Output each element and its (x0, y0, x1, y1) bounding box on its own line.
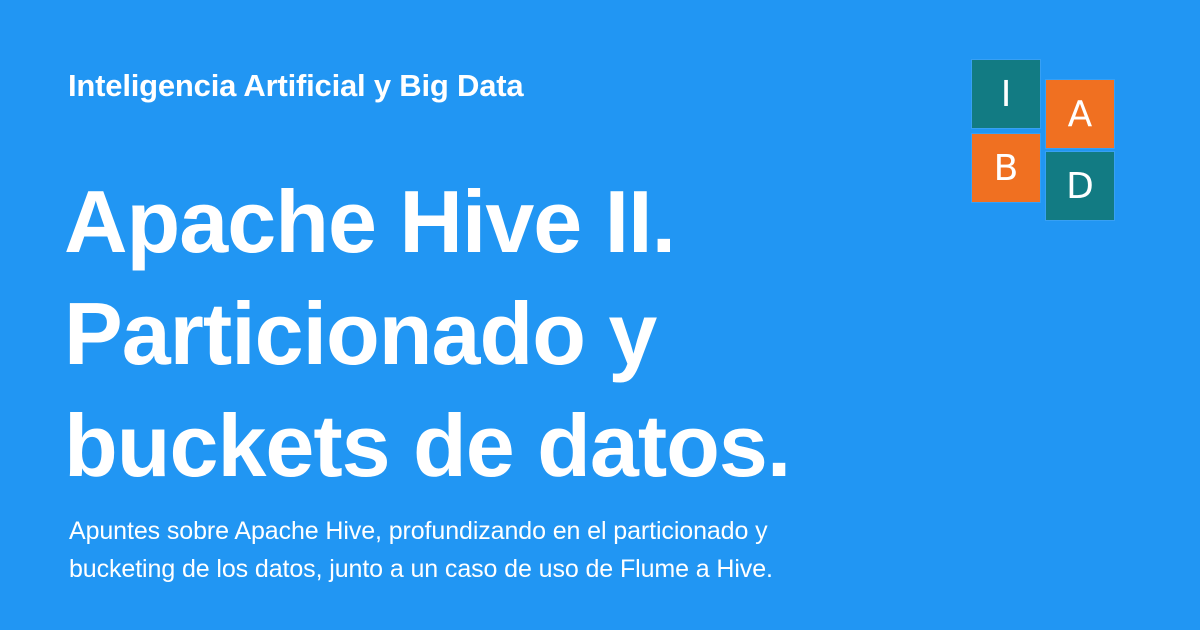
description-line: Apuntes sobre Apache Hive, profundizando… (69, 517, 768, 545)
page-title-line: buckets de datos. (64, 396, 791, 495)
logo-tile-d: D (1046, 152, 1114, 220)
page-description: Apuntes sobre Apache Hive, profundizando… (69, 512, 929, 588)
page-title: Apache Hive II. Particionado y buckets d… (64, 166, 924, 502)
logo-tile-a: A (1046, 80, 1114, 148)
page-title-line: Particionado y (64, 284, 657, 383)
iabd-logo: I A B D (972, 60, 1116, 222)
logo-tile-b: B (972, 134, 1040, 202)
page-title-line: Apache Hive II. (64, 172, 676, 271)
description-line: bucketing de los datos, junto a un caso … (69, 555, 773, 583)
site-name: Inteligencia Artificial y Big Data (68, 68, 524, 103)
logo-tile-i: I (972, 60, 1040, 128)
